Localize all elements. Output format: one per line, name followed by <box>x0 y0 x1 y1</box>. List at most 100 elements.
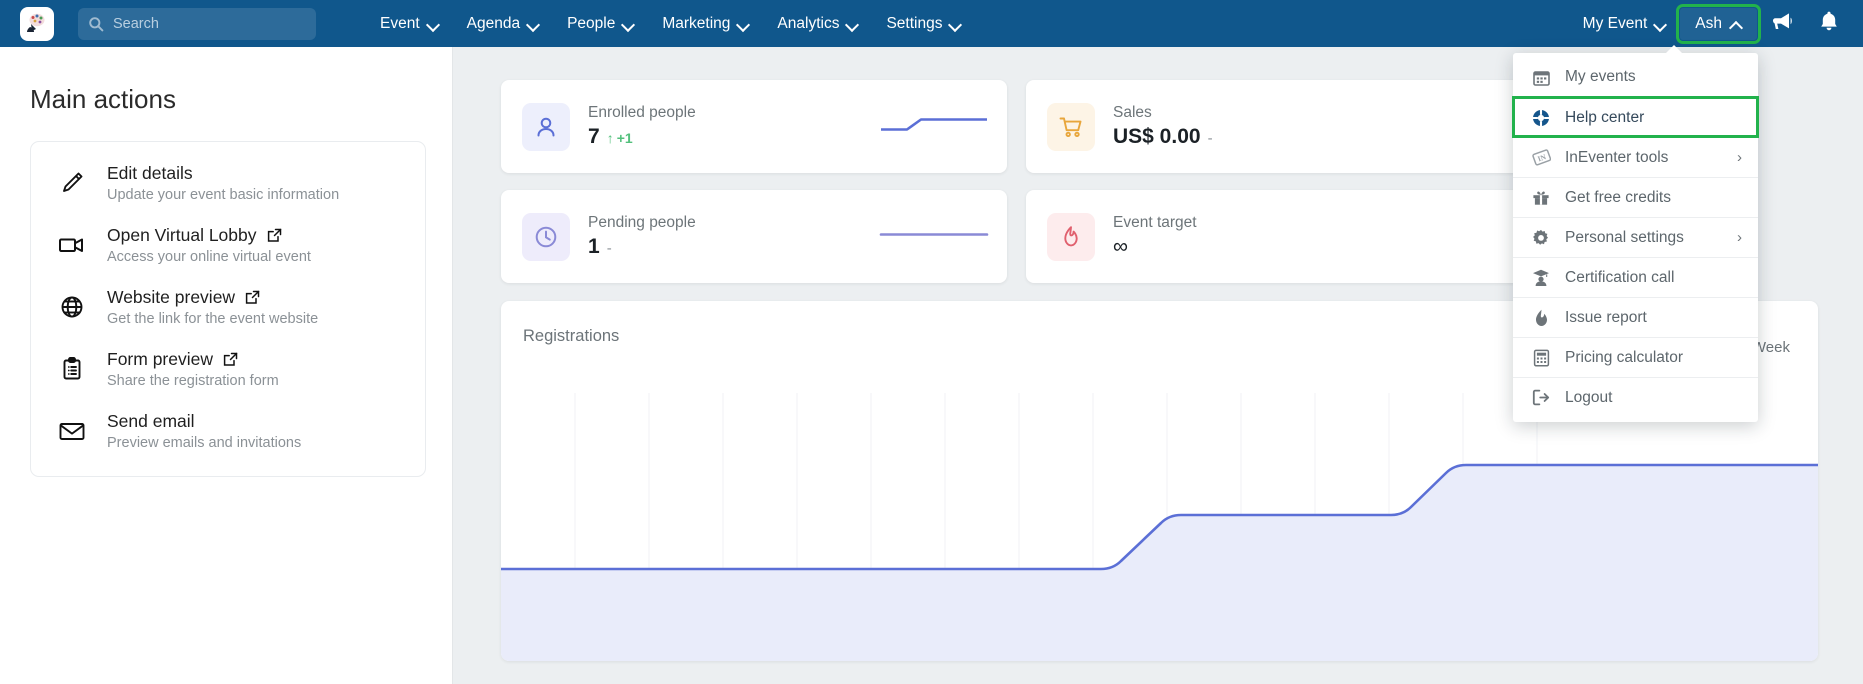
pencil-icon <box>51 168 93 198</box>
stat-card-pending-people[interactable]: Pending people 1 - <box>501 190 1007 283</box>
event-selector-label: My Event <box>1582 14 1648 32</box>
external-link-icon <box>266 227 283 244</box>
navbar-right-group: My Event Ash <box>1569 3 1863 44</box>
menu-item-personal-settings[interactable]: Personal settings › <box>1513 217 1758 257</box>
search-box[interactable] <box>78 7 316 40</box>
stat-value-row: 7 ↑ +1 <box>588 125 696 149</box>
stat-card-enrolled-people[interactable]: Enrolled people 7 ↑ +1 <box>501 80 1007 173</box>
flame-icon <box>1047 212 1095 261</box>
stat-label: Enrolled people <box>588 104 696 121</box>
menu-item-ineventer-tools[interactable]: IN InEventer tools › <box>1513 137 1758 177</box>
inevent-badge-icon: IN <box>1530 148 1552 167</box>
stat-value: 1 <box>588 235 600 258</box>
stat-label: Sales <box>1113 104 1152 121</box>
nav-item-event[interactable]: Event <box>366 9 453 39</box>
action-edit-details[interactable]: Edit details Update your event basic inf… <box>31 152 425 214</box>
menu-item-label: Pricing calculator <box>1565 348 1684 366</box>
primary-nav: Event Agenda People Marketing Analytics … <box>366 9 975 39</box>
menu-item-my-events[interactable]: My events <box>1513 57 1758 97</box>
chevron-down-icon <box>950 20 961 27</box>
brand-logo-icon[interactable] <box>20 6 54 41</box>
globe-icon <box>51 292 93 322</box>
menu-item-label: Help center <box>1565 108 1645 126</box>
stat-body: Enrolled people 7 ↑ +1 <box>588 104 696 149</box>
action-title-row: Open Virtual Lobby <box>107 225 311 246</box>
menu-item-pricing-calculator[interactable]: Pricing calculator <box>1513 337 1758 377</box>
external-link-icon <box>222 351 239 368</box>
top-navbar: Event Agenda People Marketing Analytics … <box>0 0 1863 47</box>
user-menu-button[interactable]: Ash <box>1676 3 1761 44</box>
action-text: Form preview Share the registration form <box>107 349 279 389</box>
stat-dash: - <box>606 240 612 257</box>
nav-item-agenda[interactable]: Agenda <box>453 9 553 39</box>
chevron-right-icon: › <box>1737 229 1742 246</box>
action-title-row: Edit details <box>107 163 339 184</box>
user-menu-label: Ash <box>1695 14 1722 32</box>
stat-label: Event target <box>1113 214 1197 231</box>
arrow-up-icon: ↑ <box>606 130 614 146</box>
person-icon <box>522 102 570 151</box>
graduation-user-icon <box>1530 269 1552 286</box>
shopping-cart-icon <box>1047 102 1095 151</box>
action-text: Website preview Get the link for the eve… <box>107 287 318 327</box>
action-title-row: Website preview <box>107 287 318 308</box>
notifications-button[interactable] <box>1809 4 1849 44</box>
stat-value: US$ 0.00 <box>1113 125 1201 148</box>
menu-item-issue-report[interactable]: Issue report <box>1513 297 1758 337</box>
chevron-down-icon <box>738 20 749 27</box>
announcements-button[interactable] <box>1763 4 1803 44</box>
nav-item-analytics[interactable]: Analytics <box>763 9 872 39</box>
chevron-down-icon <box>623 20 634 27</box>
search-input[interactable] <box>113 15 293 32</box>
nav-item-label: Event <box>380 14 420 32</box>
flame-drop-icon <box>1530 309 1552 327</box>
menu-item-label: Personal settings <box>1565 228 1684 246</box>
stat-card-sales[interactable]: Sales US$ 0.00 - <box>1026 80 1532 173</box>
nav-item-settings[interactable]: Settings <box>872 9 975 39</box>
main-actions-panel: Main actions Edit details Update your ev… <box>0 47 453 684</box>
nav-item-label: Analytics <box>777 14 840 32</box>
stat-card-event-target[interactable]: Event target ∞ <box>1026 190 1532 283</box>
menu-item-certification-call[interactable]: Certification call <box>1513 257 1758 297</box>
action-text: Edit details Update your event basic inf… <box>107 163 339 203</box>
stat-body: Sales US$ 0.00 - <box>1113 104 1213 149</box>
page-title: Main actions <box>30 84 176 114</box>
menu-item-logout[interactable]: Logout <box>1513 377 1758 417</box>
stat-body: Event target ∞ <box>1113 214 1197 259</box>
action-title-row: Form preview <box>107 349 279 370</box>
menu-item-label: Certification call <box>1565 268 1675 286</box>
stat-delta: ↑ +1 <box>607 130 633 146</box>
nav-item-people[interactable]: People <box>553 9 648 39</box>
bell-icon <box>1819 10 1839 37</box>
action-title: Edit details <box>107 163 193 183</box>
action-form-preview[interactable]: Form preview Share the registration form <box>31 338 425 400</box>
nav-item-marketing[interactable]: Marketing <box>648 9 763 39</box>
stat-value: ∞ <box>1113 235 1128 258</box>
lifebuoy-icon <box>1530 109 1552 127</box>
calendar-icon <box>1530 69 1552 86</box>
menu-item-get-free-credits[interactable]: Get free credits <box>1513 177 1758 217</box>
clock-icon <box>522 212 570 261</box>
action-open-virtual-lobby[interactable]: Open Virtual Lobby Access your online vi… <box>31 214 425 276</box>
menu-item-label: Logout <box>1565 388 1613 406</box>
nav-item-label: Agenda <box>466 14 521 32</box>
chevron-down-icon <box>428 20 439 27</box>
megaphone-icon <box>1772 10 1794 37</box>
menu-item-help-center[interactable]: Help center <box>1512 96 1759 138</box>
event-selector[interactable]: My Event <box>1569 9 1681 39</box>
menu-item-label: Issue report <box>1565 308 1647 326</box>
action-website-preview[interactable]: Website preview Get the link for the eve… <box>31 276 425 338</box>
chart-area-fill <box>501 465 1818 661</box>
action-title: Open Virtual Lobby <box>107 225 257 245</box>
action-subtitle: Preview emails and invitations <box>107 435 302 451</box>
logout-icon <box>1530 389 1552 406</box>
stat-body: Pending people 1 - <box>588 214 696 259</box>
sparkline-enrolled <box>879 111 989 142</box>
external-link-icon <box>244 289 261 306</box>
video-camera-icon <box>51 230 93 260</box>
nav-item-label: Marketing <box>662 14 731 32</box>
stat-delta-value: +1 <box>616 130 633 146</box>
action-send-email[interactable]: Send email Preview emails and invitation… <box>31 400 425 462</box>
clipboard-list-icon <box>51 354 93 384</box>
stat-dash: - <box>1207 130 1213 147</box>
